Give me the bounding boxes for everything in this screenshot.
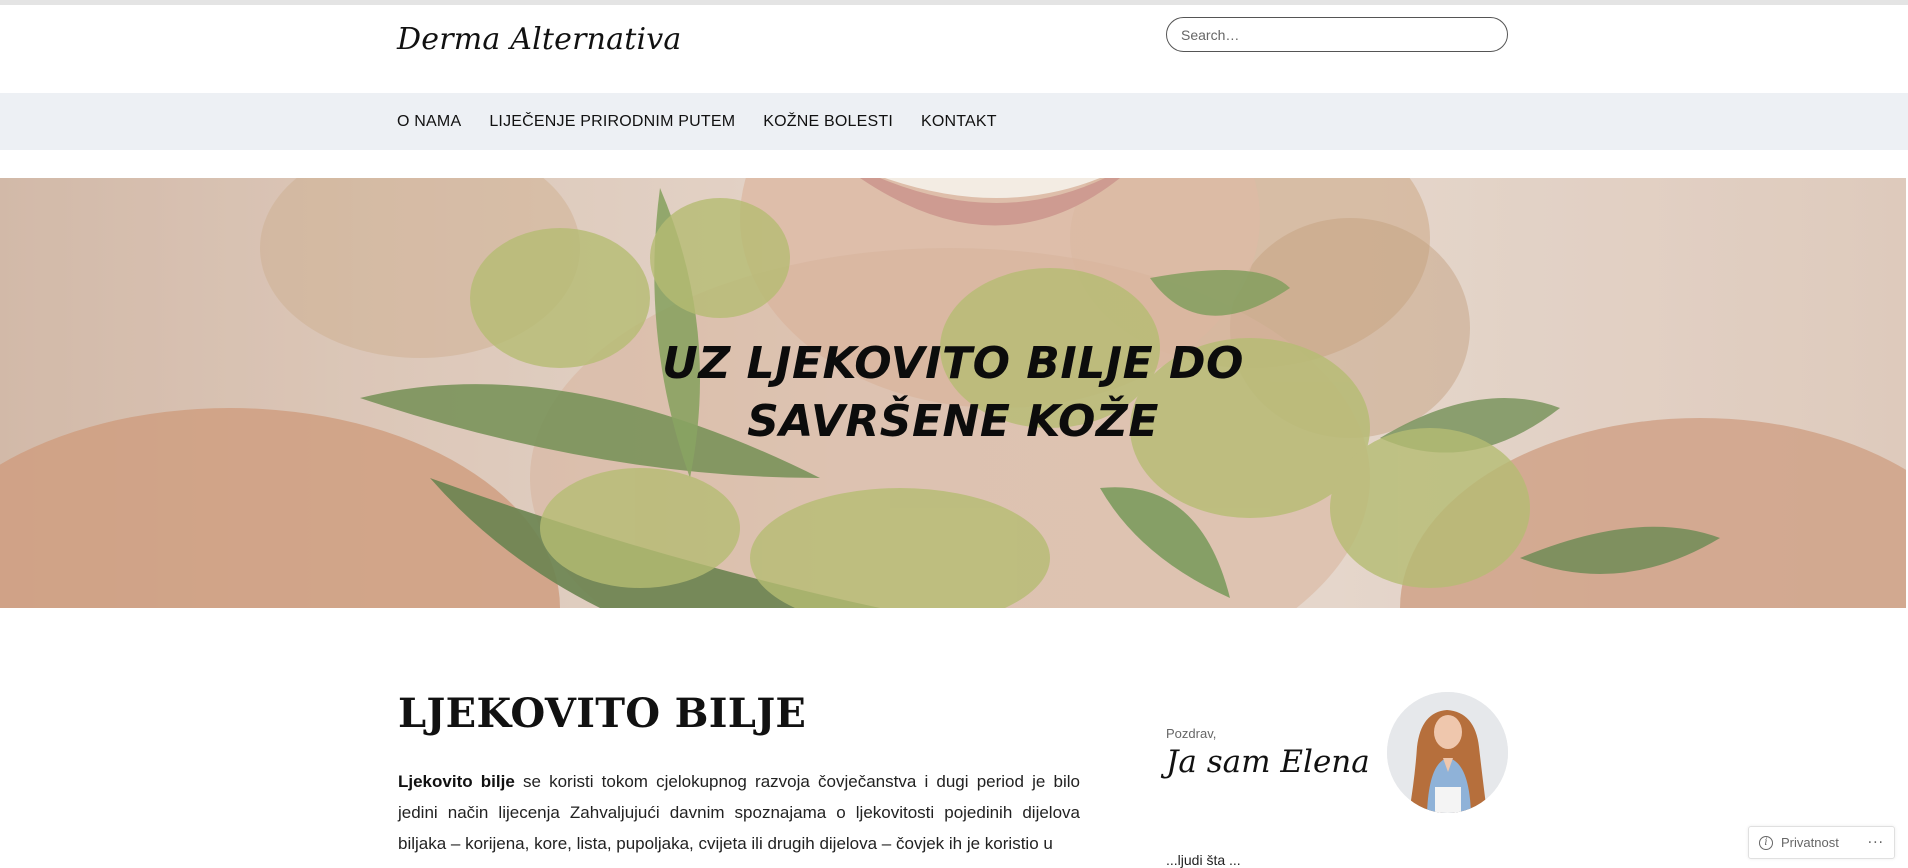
search-box[interactable]	[1166, 17, 1508, 52]
nav-menu: O NAMA LIJEČENJE PRIRODNIM PUTEM KOŽNE B…	[397, 93, 997, 150]
author-avatar	[1387, 692, 1508, 813]
hero-title-line-2: SAVRŠENE KOŽE	[747, 396, 1159, 447]
privacy-label[interactable]: Privatnost	[1781, 835, 1839, 850]
nav-item-lijecenje-prirodnim-putem[interactable]: LIJEČENJE PRIRODNIM PUTEM	[489, 113, 735, 131]
sidebar-text: ...ljudi šta ...	[1166, 852, 1241, 868]
privacy-badge[interactable]: i Privatnost ···	[1748, 826, 1895, 859]
top-border	[0, 0, 1908, 5]
search-input[interactable]	[1179, 25, 1495, 44]
nav-item-o-nama[interactable]: O NAMA	[397, 113, 461, 131]
main-navigation: O NAMA LIJEČENJE PRIRODNIM PUTEM KOŽNE B…	[0, 93, 1908, 150]
nav-item-kozne-bolesti[interactable]: KOŽNE BOLESTI	[763, 113, 893, 131]
site-title[interactable]: Derma Alternativa	[397, 22, 682, 57]
article-lead-bold: Ljekovito bilje	[398, 772, 515, 791]
author-photo	[1387, 692, 1508, 813]
article-paragraph: Ljekovito bilje se koristi tokom cjeloku…	[398, 766, 1080, 859]
nav-item-kontakt[interactable]: KONTAKT	[921, 113, 997, 131]
hero-title-line-1: UZ LJEKOVITO BILJE DO	[662, 338, 1244, 389]
info-icon: i	[1759, 835, 1773, 850]
sidebar-greeting: Pozdrav,	[1166, 726, 1217, 741]
hero-banner: UZ LJEKOVITO BILJE DO SAVRŠENE KOŽE	[0, 178, 1906, 608]
sidebar-author-heading: Ja sam Elena	[1166, 744, 1370, 780]
article-title: LJEKOVITO BILJE	[398, 690, 807, 737]
hero-title: UZ LJEKOVITO BILJE DO SAVRŠENE KOŽE	[0, 335, 1906, 451]
more-options-icon[interactable]: ···	[1868, 835, 1884, 851]
